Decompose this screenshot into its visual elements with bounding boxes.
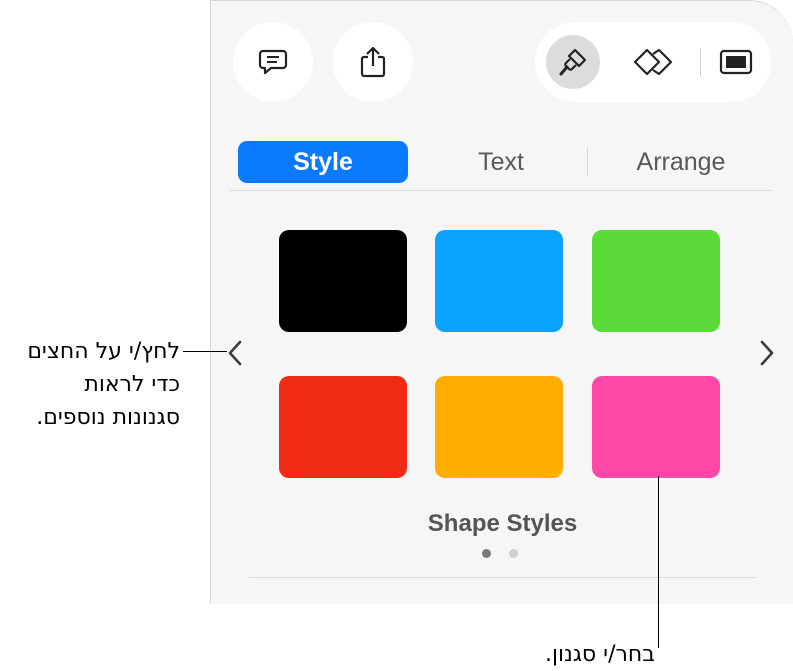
callout-line-style [658,476,659,648]
diamond-transition-icon [633,48,673,76]
chevron-left-icon[interactable] [227,339,243,373]
style-swatch-pink[interactable] [592,376,720,478]
speech-bubble-icon [258,49,288,75]
page-dot[interactable] [509,549,518,558]
style-swatch-red[interactable] [279,376,407,478]
page-dot-active[interactable] [482,549,491,558]
shape-styles-title: Shape Styles [427,510,578,537]
callout-arrows-line1: לחץ/י על החצים [27,339,180,364]
document-button[interactable] [709,35,763,89]
toolbar-divider [700,48,701,76]
tab-arrange[interactable]: Arrange [611,141,751,183]
share-button[interactable] [333,22,413,102]
tab-divider [587,147,588,177]
comment-button[interactable] [233,22,313,102]
share-icon [360,46,386,78]
tab-style[interactable]: Style [238,141,408,183]
section-divider [249,577,757,578]
chevron-right-icon[interactable] [759,339,775,373]
callout-arrows: לחץ/י על החצים כדי לראות סגנונות נוספים. [0,335,180,434]
presenter-window-icon [719,49,753,75]
callout-arrows-line3: סגנונות נוספים. [36,405,180,430]
callout-style: בחר/י סגנון. [545,642,655,667]
format-sidebar: Style Text Arrange Shape Styles [210,0,793,604]
inspector-toggle-group [535,22,771,102]
tab-text[interactable]: Text [436,141,566,183]
callout-line-arrows [183,351,227,352]
style-swatch-blue[interactable] [435,230,563,332]
style-swatch-green[interactable] [592,230,720,332]
format-button[interactable] [546,35,600,89]
style-swatch-orange[interactable] [435,376,563,478]
animate-button[interactable] [626,35,680,89]
style-swatch-black[interactable] [279,230,407,332]
callout-arrows-line2: כדי לראות [84,372,180,397]
paintbrush-icon [559,48,587,76]
tabs-divider [230,190,773,191]
